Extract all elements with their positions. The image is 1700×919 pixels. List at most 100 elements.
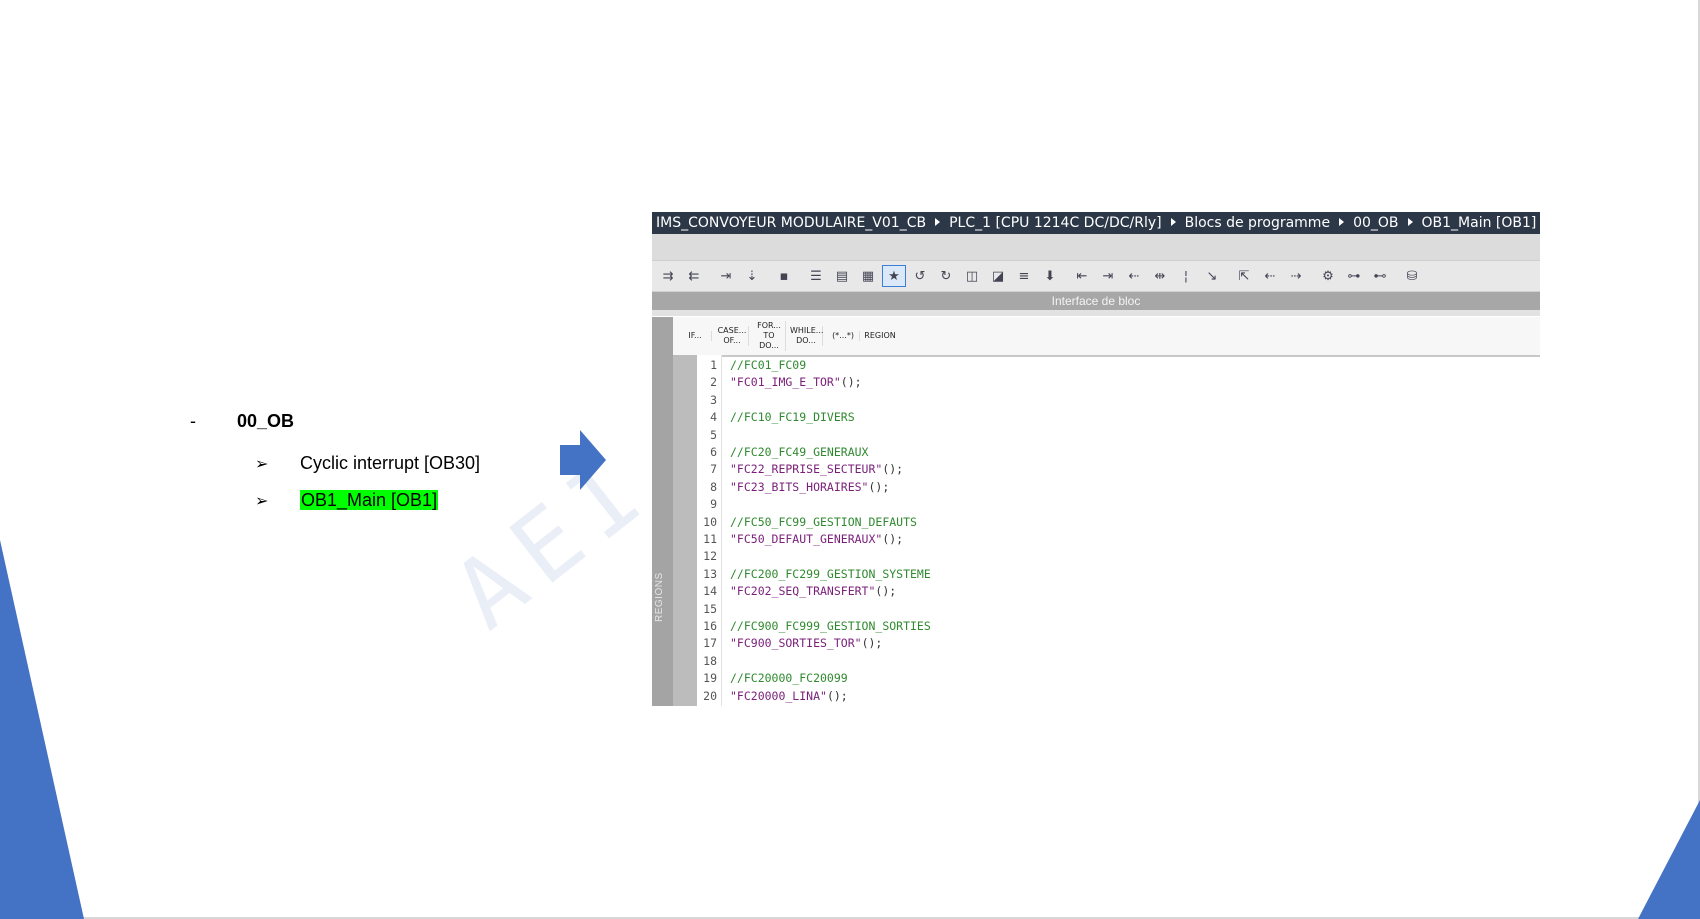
line-number: 15: [703, 601, 717, 616]
code-comment: //FC50_FC99_GESTION_DEFAUTS: [730, 514, 917, 529]
indent-left-icon[interactable]: ⇤: [1070, 265, 1094, 287]
code-call-suffix: ();: [840, 375, 862, 390]
code-line[interactable]: 4 //FC10_FC19_DIVERS: [697, 409, 1537, 426]
outline-title: 00_OB: [237, 411, 295, 431]
test-icon[interactable]: ⊶: [1342, 265, 1366, 287]
code-line[interactable]: 9: [697, 496, 1537, 513]
list-icon[interactable]: ☰: [804, 265, 828, 287]
code-call: "FC22_REPRISE_SECTEUR": [730, 462, 883, 477]
breadcrumb-item[interactable]: Blocs de programme: [1185, 215, 1330, 231]
window-header-bar: [652, 234, 1540, 261]
breakpoint-add-icon[interactable]: ↺: [908, 265, 932, 287]
monitor-icon[interactable]: ▪: [772, 265, 796, 287]
line-number: 2: [710, 375, 717, 390]
view-alt-icon[interactable]: ◪: [986, 265, 1010, 287]
code-comment: //FC900_FC999_GESTION_SORTIES: [730, 619, 931, 633]
line-number: 6: [710, 445, 717, 459]
block-interface-label: Interface de bloc: [1051, 294, 1141, 308]
nav-first-icon[interactable]: ⇱: [1232, 265, 1256, 287]
code-line[interactable]: 15: [697, 601, 1537, 618]
line-number: 16: [703, 619, 717, 633]
comment-button[interactable]: (*...*): [827, 331, 860, 341]
code-line[interactable]: 19 //FC20000_FC20099: [697, 670, 1537, 687]
nav-prev-icon[interactable]: ⇠: [1258, 265, 1282, 287]
line-number: 5: [710, 427, 717, 442]
block-interface-bar[interactable]: Interface de bloc: [652, 292, 1540, 310]
code-call-suffix: ();: [868, 479, 890, 494]
snapshot-icon[interactable]: ▦: [856, 265, 880, 287]
scl-instruction-toolbar: IF... CASE... OF... FOR... TO DO... WHILE.…: [673, 317, 1540, 357]
nav-next-icon[interactable]: ⇢: [1284, 265, 1308, 287]
settings-icon[interactable]: ⚙: [1316, 265, 1340, 287]
while-button[interactable]: WHILE... DO...: [790, 326, 823, 346]
insert-network-icon[interactable]: ⇉: [656, 265, 680, 287]
line-number: 11: [703, 532, 717, 546]
view-icon[interactable]: ◫: [960, 265, 984, 287]
code-line[interactable]: 6 //FC20_FC49_GENERAUX: [697, 444, 1537, 461]
breadcrumb-separator-icon: [1407, 218, 1413, 226]
case-button[interactable]: CASE... OF...: [716, 326, 749, 346]
breadcrumb-item[interactable]: 00_OB: [1353, 215, 1398, 231]
code-line[interactable]: 18: [697, 653, 1537, 670]
block-icon[interactable]: ▤: [830, 265, 854, 287]
uncomment-icon[interactable]: ↘: [1200, 265, 1224, 287]
favorites-icon[interactable]: ★: [882, 265, 906, 287]
code-line[interactable]: 11 "FC50_DEFAUT_GENERAUX"();: [697, 531, 1537, 548]
code-comment: //FC20000_FC20099: [730, 671, 848, 686]
tia-editor-window: IMS_CONVOYEUR MODULAIRE_V01_CB PLC_1 [CPU…: [652, 212, 1540, 706]
regions-label: REGIONS: [654, 572, 665, 622]
splitter[interactable]: [652, 310, 1540, 316]
if-button[interactable]: IF...: [679, 331, 712, 341]
code-line[interactable]: 12: [697, 548, 1537, 565]
code-call-suffix: ();: [826, 688, 848, 703]
code-call-suffix: ();: [882, 532, 904, 546]
code-call: "FC202_SEQ_TRANSFERT": [730, 584, 876, 599]
code-line[interactable]: 17 "FC900_SORTIES_TOR"();: [697, 635, 1537, 652]
line-number: 17: [703, 636, 717, 651]
code-line[interactable]: 3: [697, 392, 1537, 409]
indent-icon[interactable]: ≡: [1012, 265, 1036, 287]
dropdown-icon[interactable]: ⇣: [740, 265, 764, 287]
code-line[interactable]: 8 "FC23_BITS_HORAIRES"();: [697, 479, 1537, 496]
code-line[interactable]: 20 "FC20000_LINA"();: [697, 688, 1537, 705]
export-icon[interactable]: ⇥: [714, 265, 738, 287]
regions-panel[interactable]: REGIONS: [652, 317, 673, 706]
line-number: 19: [703, 671, 717, 686]
indent-right-icon[interactable]: ⇥: [1096, 265, 1120, 287]
code-call-suffix: ();: [882, 462, 904, 477]
code-line[interactable]: 10 //FC50_FC99_GESTION_DEFAUTS: [697, 514, 1537, 531]
code-line[interactable]: 13 //FC200_FC299_GESTION_SYSTEME: [697, 566, 1537, 583]
for-button[interactable]: FOR... TO DO...: [753, 321, 786, 351]
breadcrumb-item[interactable]: OB1_Main [OB1]: [1422, 215, 1537, 231]
code-line[interactable]: 1 //FC01_FC09: [697, 357, 1537, 374]
breadcrumb-separator-icon: [935, 218, 941, 226]
arrow-bullet-icon: ➢: [255, 491, 269, 510]
line-number: 7: [710, 462, 717, 477]
line-number: 18: [703, 653, 717, 668]
download-icon[interactable]: ⬇: [1038, 265, 1062, 287]
breadcrumb-item[interactable]: PLC_1 [CPU 1214C DC/DC/Rly]: [949, 215, 1162, 231]
line-number: 12: [703, 549, 717, 564]
right-arrow-icon: [560, 430, 606, 490]
align-icon[interactable]: ⇹: [1148, 265, 1172, 287]
code-line[interactable]: 16 //FC900_FC999_GESTION_SORTIES: [697, 618, 1537, 635]
region-button[interactable]: REGION: [864, 331, 896, 341]
code-call-suffix: ();: [875, 584, 897, 599]
code-line[interactable]: 5: [697, 427, 1537, 444]
breadcrumb-item[interactable]: IMS_CONVOYEUR MODULAIRE_V01_CB: [656, 215, 926, 231]
code-line[interactable]: 7 "FC22_REPRISE_SECTEUR"();: [697, 461, 1537, 478]
breakpoint-remove-icon[interactable]: ↻: [934, 265, 958, 287]
code-call-suffix: ();: [861, 636, 883, 651]
editor-gutter: [673, 355, 697, 706]
test-alt-icon[interactable]: ⊷: [1368, 265, 1392, 287]
comment-icon[interactable]: ¦: [1174, 265, 1198, 287]
delete-network-icon[interactable]: ⇇: [682, 265, 706, 287]
line-number: 4: [710, 410, 717, 425]
code-line[interactable]: 2 "FC01_IMG_E_TOR"();: [697, 374, 1537, 391]
database-icon[interactable]: ⛁: [1400, 265, 1424, 287]
outdent-icon[interactable]: ⇠: [1122, 265, 1146, 287]
item-label-highlighted: OB1_Main [OB1]: [300, 490, 439, 510]
code-line[interactable]: 14 "FC202_SEQ_TRANSFERT"();: [697, 583, 1537, 600]
code-comment: //FC20_FC49_GENERAUX: [730, 445, 869, 459]
line-number: 1: [710, 358, 717, 372]
